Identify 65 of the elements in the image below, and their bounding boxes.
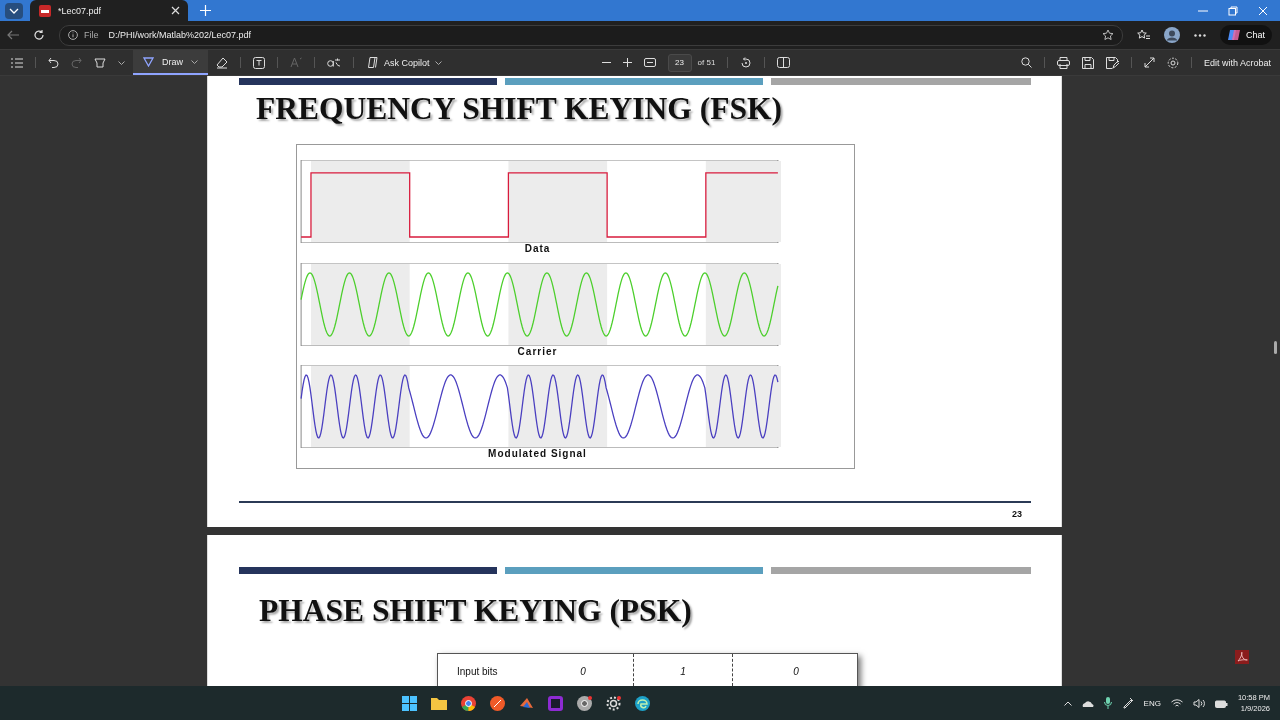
fullscreen-icon[interactable] [1143, 57, 1155, 68]
language-indicator[interactable]: ENG [1143, 698, 1161, 708]
wifi-icon[interactable] [1170, 698, 1183, 708]
translate-icon[interactable] [327, 57, 341, 68]
caret-icon[interactable] [118, 60, 125, 65]
page-count: of 51 [697, 58, 716, 67]
windows-icon[interactable] [401, 695, 417, 711]
text-box-icon[interactable] [253, 56, 265, 69]
address-field[interactable]: File D:/PHI/work/Matlab%202/Lec07.pdf [59, 24, 1123, 46]
contents-icon[interactable] [11, 57, 23, 68]
fit-page-icon[interactable] [643, 58, 656, 67]
eraser-icon[interactable] [216, 56, 228, 69]
edge-icon[interactable] [634, 695, 650, 711]
favorites-icon[interactable] [1137, 29, 1150, 41]
waveform-label: Carrier [517, 345, 558, 359]
logo-icon [1227, 28, 1241, 42]
slide-title: FREQUENCY SHIFT KEYING (FSK) [256, 90, 782, 128]
star-icon[interactable] [1102, 29, 1114, 41]
chevron-up-icon[interactable] [1063, 700, 1072, 706]
settings-icon[interactable] [1166, 56, 1179, 69]
speaker-icon[interactable] [1192, 698, 1205, 708]
page-view-icon[interactable] [777, 57, 791, 68]
browser-tab[interactable]: *Lec07.pdf [30, 0, 188, 21]
save-as-icon[interactable] [1105, 56, 1119, 69]
battery-icon[interactable] [1214, 698, 1228, 708]
restore-icon[interactable] [1228, 5, 1238, 16]
copilot-icon [366, 56, 379, 69]
waveform-label: Modulated Signal [488, 448, 587, 462]
page-number-field[interactable]: 23 [667, 53, 692, 72]
caret-icon [434, 60, 442, 65]
table-cell-text: Input bits [456, 665, 499, 679]
caret-icon [191, 59, 198, 64]
chat-button[interactable]: Chat [1220, 25, 1272, 45]
edit-with-acrobat-button[interactable]: Edit with Acrobat [1203, 57, 1271, 68]
highlighter-icon[interactable] [94, 56, 106, 69]
cloud-icon[interactable] [1081, 699, 1094, 707]
print-icon[interactable] [1056, 56, 1070, 69]
close-icon[interactable] [171, 6, 180, 15]
caret-icon [9, 7, 19, 14]
rotate-icon[interactable] [740, 56, 753, 69]
gear-icon[interactable] [605, 695, 621, 711]
pen-icon[interactable] [1121, 697, 1134, 709]
app-icon[interactable] [547, 695, 563, 711]
tab-actions-button[interactable] [5, 2, 23, 19]
new-tab-icon[interactable] [200, 5, 211, 16]
avatar-icon[interactable] [1164, 27, 1180, 43]
ask-copilot-button[interactable]: Ask Copilot [366, 56, 442, 69]
back-icon[interactable] [7, 30, 19, 40]
table-cell-text: 0 [579, 665, 587, 679]
zoom-in-icon[interactable] [622, 58, 632, 67]
slide-title: PHASE SHIFT KEYING (PSK) [259, 592, 692, 630]
acrobat-icon[interactable] [1235, 650, 1249, 664]
more-icon[interactable] [1194, 33, 1206, 37]
refresh-icon[interactable] [33, 29, 45, 41]
microphone-icon[interactable] [1103, 697, 1112, 709]
pen-tip-icon [143, 56, 154, 67]
pdf-icon [39, 4, 51, 17]
folder-icon[interactable] [430, 696, 447, 710]
waveform-label: Data [524, 242, 551, 256]
save-icon[interactable] [1081, 56, 1094, 69]
info-icon [68, 30, 78, 40]
draw-button[interactable]: Draw [133, 50, 208, 75]
undo-icon[interactable] [48, 57, 59, 68]
search-icon[interactable] [1020, 57, 1032, 68]
page-number: 23 [1012, 509, 1022, 519]
